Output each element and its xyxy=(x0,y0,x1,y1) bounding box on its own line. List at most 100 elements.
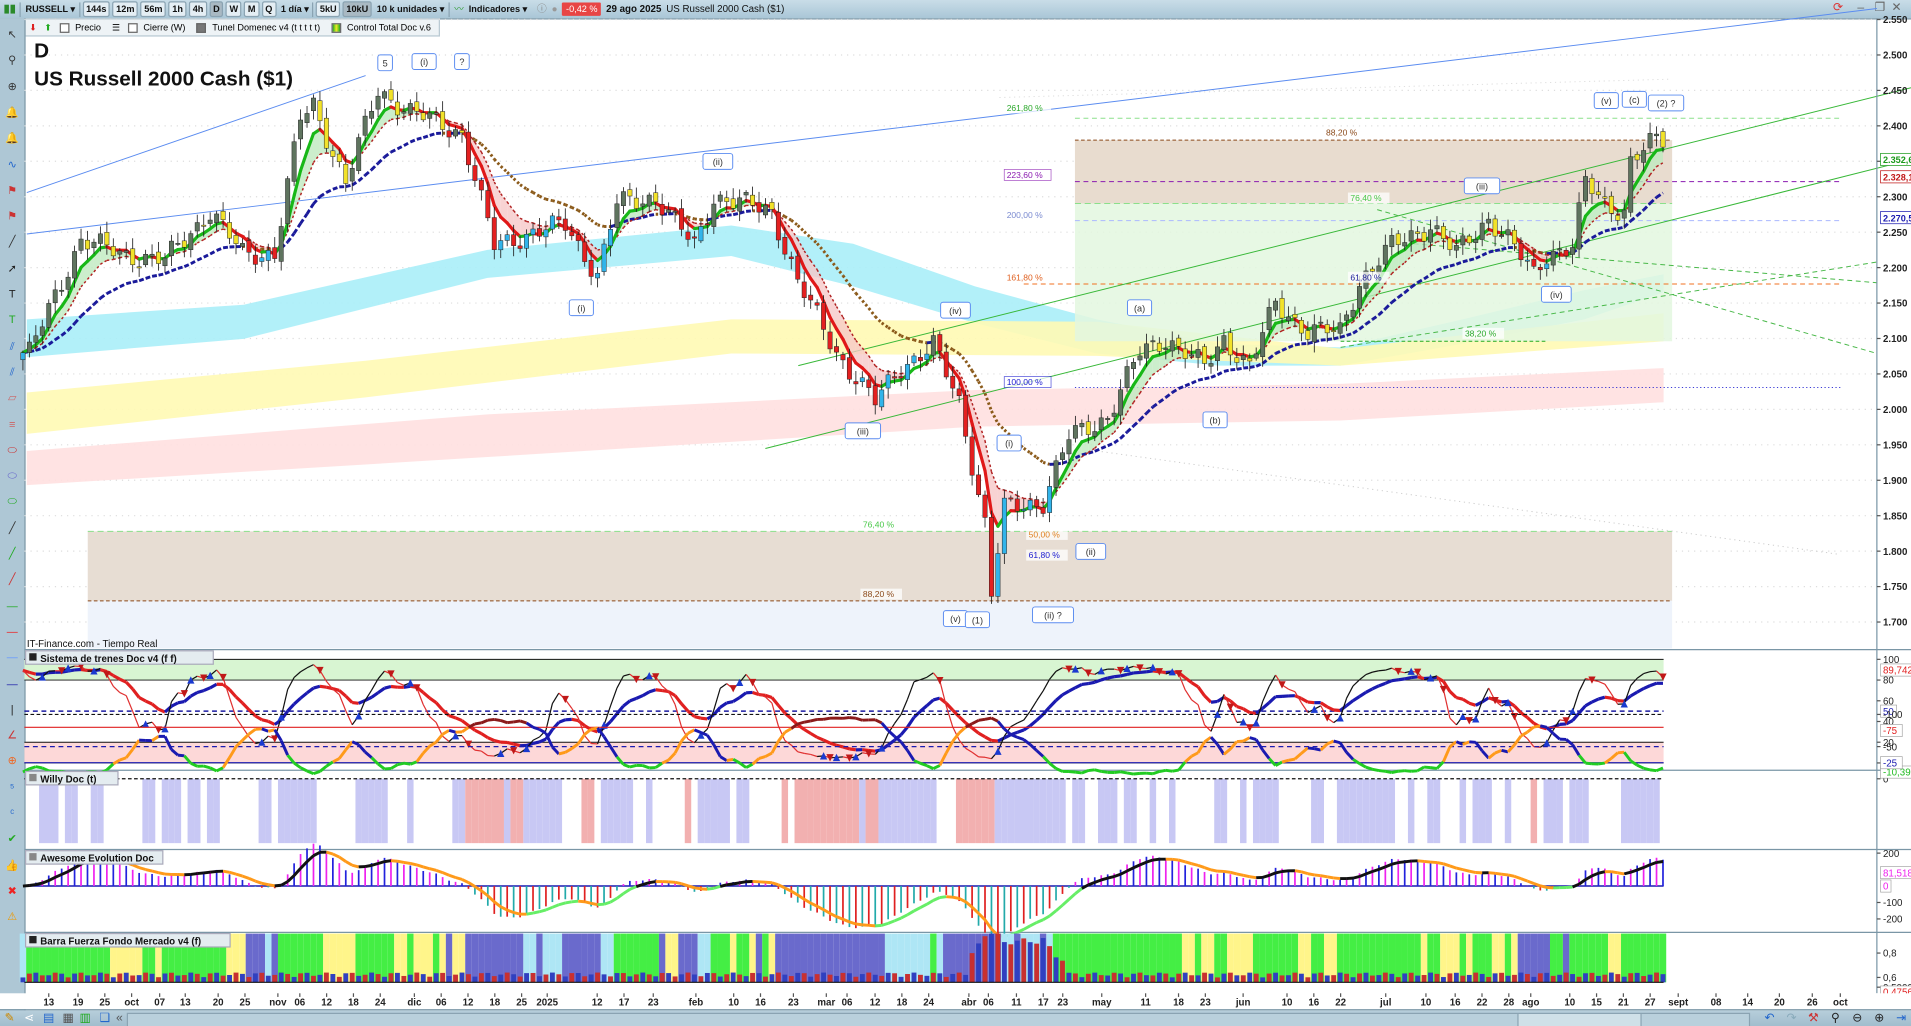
fibonacci-level-label[interactable]: 38,20 % xyxy=(1462,327,1505,339)
scroll-end-icon[interactable]: ⇥ xyxy=(1894,1012,1909,1026)
candlestick[interactable] xyxy=(1479,222,1485,240)
fibonacci-level-label[interactable]: 161,80 % xyxy=(1004,271,1052,283)
awesome-line[interactable] xyxy=(1494,871,1502,876)
willy-line[interactable] xyxy=(1249,736,1257,741)
willy-line[interactable] xyxy=(507,720,514,725)
awesome-line[interactable] xyxy=(1184,860,1193,866)
train-slow-line[interactable] xyxy=(673,694,683,705)
awesome-line[interactable] xyxy=(1262,874,1270,879)
candlestick[interactable] xyxy=(1512,229,1517,245)
slow-moving-average[interactable] xyxy=(564,203,573,209)
awesome-line[interactable] xyxy=(1067,892,1077,901)
candlestick[interactable] xyxy=(1441,226,1446,239)
awesome-line[interactable] xyxy=(1398,860,1405,865)
awesome-line[interactable] xyxy=(1023,924,1031,931)
willy-line[interactable] xyxy=(151,735,160,742)
awesome-line[interactable] xyxy=(796,893,806,901)
slow-moving-average[interactable] xyxy=(1094,447,1102,453)
candlestick[interactable] xyxy=(1163,348,1169,350)
slow-moving-average[interactable] xyxy=(545,197,553,203)
candlestick[interactable] xyxy=(1486,218,1492,224)
train-slow-line[interactable] xyxy=(1300,697,1309,704)
awesome-line[interactable] xyxy=(299,860,309,870)
candlestick[interactable] xyxy=(692,236,697,239)
candlestick[interactable] xyxy=(911,355,917,364)
elliott-wave-label[interactable]: (iv) xyxy=(940,301,971,319)
willy-line[interactable] xyxy=(448,728,456,734)
awesome-line[interactable] xyxy=(286,874,296,883)
candlestick[interactable] xyxy=(1014,498,1020,512)
candlestick[interactable] xyxy=(1202,346,1207,364)
train-slow-line[interactable] xyxy=(1088,680,1096,686)
slow-moving-average[interactable] xyxy=(332,185,340,191)
slow-moving-average[interactable] xyxy=(552,199,560,204)
willy-line[interactable] xyxy=(1126,771,1134,776)
fast-moving-average[interactable] xyxy=(1654,147,1665,153)
willy-line[interactable] xyxy=(654,761,663,769)
train-slow-line[interactable] xyxy=(777,704,787,715)
train-slow-line[interactable] xyxy=(1146,669,1154,674)
slow-moving-average[interactable] xyxy=(377,156,386,165)
awesome-line[interactable] xyxy=(539,908,547,914)
train-slow-line[interactable] xyxy=(809,732,818,739)
train-fast-line[interactable] xyxy=(1262,686,1270,702)
candlestick[interactable] xyxy=(272,247,278,259)
train-fast-line[interactable] xyxy=(1036,690,1044,702)
awesome-line[interactable] xyxy=(622,888,631,895)
candlestick[interactable] xyxy=(698,226,704,242)
willy-line[interactable] xyxy=(1365,765,1373,771)
candlestick[interactable] xyxy=(491,217,497,250)
awesome-line[interactable] xyxy=(964,900,974,909)
slow-moving-average[interactable] xyxy=(364,168,373,177)
candlestick[interactable] xyxy=(59,289,65,292)
panel-toggle-icon[interactable] xyxy=(29,773,37,782)
candlestick[interactable] xyxy=(995,553,1001,597)
awesome-line[interactable] xyxy=(565,900,573,905)
slow-moving-average[interactable] xyxy=(125,280,134,286)
candlestick[interactable] xyxy=(1447,237,1453,250)
candlestick[interactable] xyxy=(388,89,394,101)
willy-line[interactable] xyxy=(35,765,43,770)
awesome-line[interactable] xyxy=(132,863,140,869)
train-slow-line[interactable] xyxy=(480,732,489,739)
willy-line[interactable] xyxy=(1165,768,1173,773)
fibonacci-level-label[interactable]: 61,80 % xyxy=(1347,271,1390,283)
candlestick[interactable] xyxy=(562,218,568,231)
train-fast-line[interactable] xyxy=(119,692,127,697)
awesome-line[interactable] xyxy=(590,901,598,907)
awesome-line[interactable] xyxy=(210,870,217,874)
train-slow-line[interactable] xyxy=(428,696,438,705)
price-chart[interactable]: 261,80 %88,20 %223,60 %76,40 %200,00 %61… xyxy=(0,0,1911,1026)
grid-icon[interactable]: ▥ xyxy=(78,1012,93,1026)
train-slow-line[interactable] xyxy=(700,716,708,721)
train-slow-line[interactable] xyxy=(1307,700,1315,705)
awesome-line[interactable] xyxy=(868,923,876,928)
candlestick[interactable] xyxy=(1137,355,1143,361)
train-slow-line[interactable] xyxy=(234,695,244,705)
awesome-line[interactable] xyxy=(719,883,728,888)
awesome-line[interactable] xyxy=(1365,870,1373,876)
candlestick[interactable] xyxy=(485,190,491,219)
candlestick[interactable] xyxy=(1357,286,1362,309)
candlestick[interactable] xyxy=(1550,250,1556,266)
share-icon[interactable]: ⋖ xyxy=(22,1012,37,1026)
willy-line[interactable] xyxy=(1016,735,1025,741)
candlestick[interactable] xyxy=(304,113,310,123)
train-slow-line[interactable] xyxy=(1029,719,1038,727)
awesome-line[interactable] xyxy=(1320,874,1328,879)
slow-moving-average[interactable] xyxy=(499,165,509,174)
willy-line[interactable] xyxy=(1636,763,1645,770)
candlestick[interactable] xyxy=(72,251,78,279)
train-slow-line[interactable] xyxy=(1081,681,1089,686)
slow-moving-average[interactable] xyxy=(299,213,309,225)
willy-line[interactable] xyxy=(784,727,793,734)
awesome-line[interactable] xyxy=(1436,861,1444,866)
awesome-line[interactable] xyxy=(1417,859,1425,863)
willy-line[interactable] xyxy=(958,726,967,735)
train-slow-line[interactable] xyxy=(1242,707,1251,714)
train-slow-line[interactable] xyxy=(971,726,980,735)
candlestick[interactable] xyxy=(1182,348,1188,359)
candlestick[interactable] xyxy=(582,241,588,262)
slow-moving-average[interactable] xyxy=(687,215,695,221)
willy-line[interactable] xyxy=(241,733,250,742)
